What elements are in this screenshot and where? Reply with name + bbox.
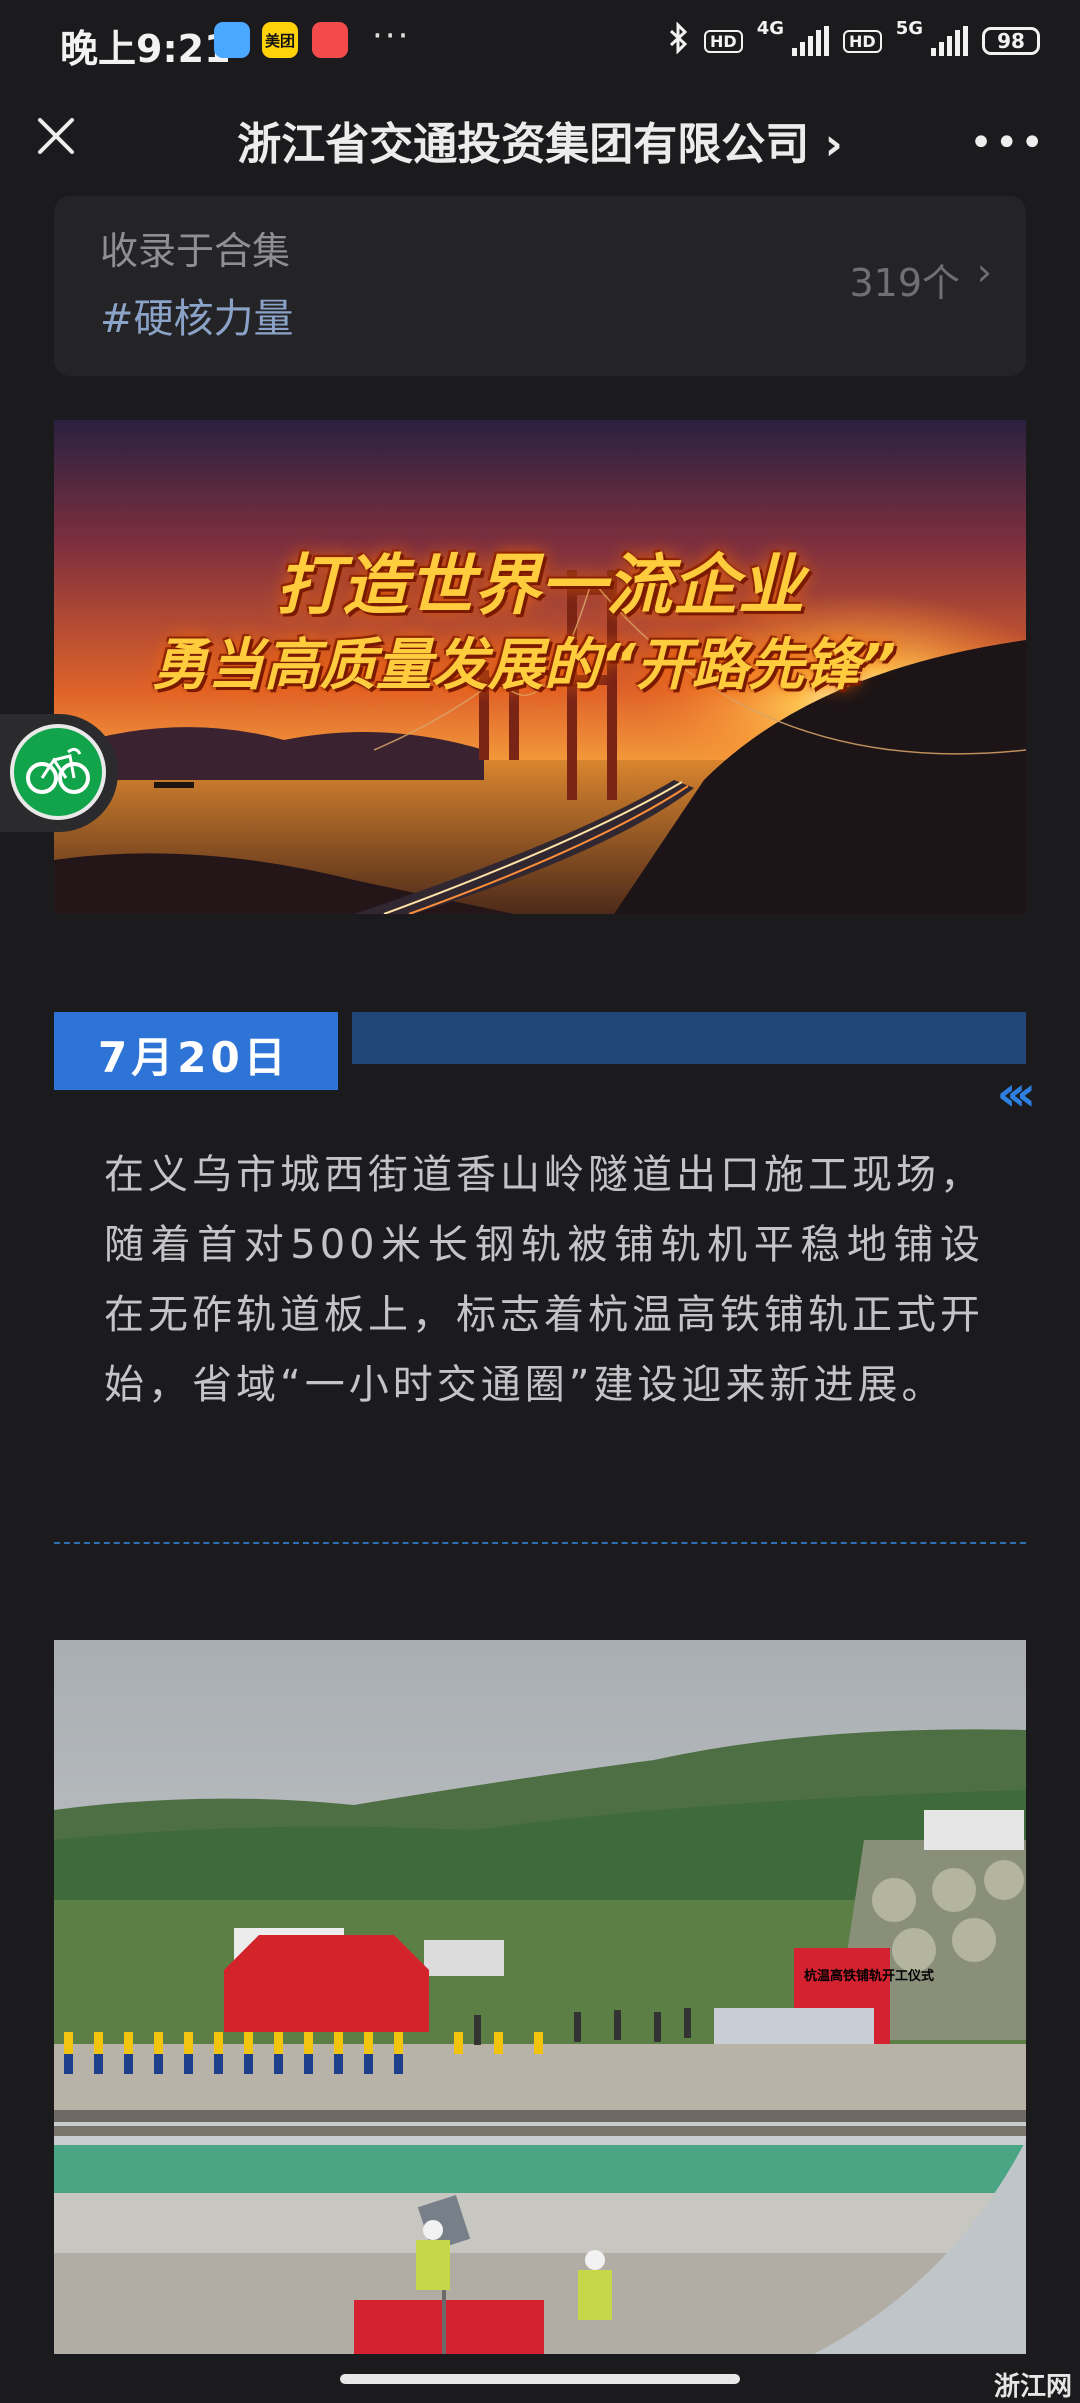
home-indicator[interactable] [340,2374,740,2384]
bicycle-icon [10,724,106,820]
network-4g-label: 4G [756,18,785,39]
meituan-notification-icon: 美团 [262,22,298,58]
hd-badge-2: HD [843,29,882,53]
status-time: 晚上9:21 [60,27,231,71]
collection-card[interactable]: 收录于合集 #硬核力量 319个 › [54,196,1026,376]
account-title-link[interactable]: 浙江省交通投资集团有限公司 › [0,108,1080,172]
double-chevron-left-icon: ‹‹‹ [996,1066,1036,1122]
ceremony-photo: 杭温高铁铺轨开工仪式 [54,1640,1026,2354]
status-bar: 晚上9:21 美团 ··· HD 4G HD 5G 98 [0,0,1080,84]
ceremony-sign-text: 杭温高铁铺轨开工仪式 [804,1968,934,1984]
app-notification-icon-2 [312,22,348,58]
app-notification-icon [214,22,250,58]
signal-icon-2 [931,26,968,56]
banner-image: 打造世界一流企业 勇当高质量发展的“开路先锋” [54,420,1026,914]
hd-badge: HD [704,29,743,53]
collection-count: 319个 [849,261,960,305]
banner-headline: 打造世界一流企业 [276,547,804,624]
battery-icon: 98 [982,27,1040,55]
date-decoration-bar [352,1012,1026,1064]
status-indicators: HD 4G HD 5G 98 [668,18,1040,64]
more-notifications-icon: ··· [372,16,411,56]
article-paragraph: 在义乌市城西街道香山岭隧道出口施工现场，随着首对500米长钢轨被铺轨机平稳地铺设… [104,1152,984,1408]
more-options-icon[interactable]: ••• [969,120,1046,166]
chevron-right-icon: › [976,250,992,294]
signal-icon [792,26,830,56]
railway-ceremony-illustration: 杭温高铁铺轨开工仪式 [54,1640,1026,2354]
bluetooth-icon [668,20,690,61]
network-5g-label: 5G [895,18,923,39]
watermark-label: 浙江网 [993,2372,1072,2402]
date-label: 7月20日 [98,1033,290,1082]
collection-tag-link[interactable]: #硬核力量 [100,286,294,344]
floating-bike-button[interactable] [0,714,118,832]
collection-label: 收录于合集 [100,229,291,273]
section-divider [54,1542,1026,1544]
banner-subheadline: 勇当高质量发展的“开路先锋” [151,633,897,698]
date-heading: 7月20日 [54,1012,338,1090]
top-nav-bar: 浙江省交通投资集团有限公司 › ••• [0,84,1080,188]
